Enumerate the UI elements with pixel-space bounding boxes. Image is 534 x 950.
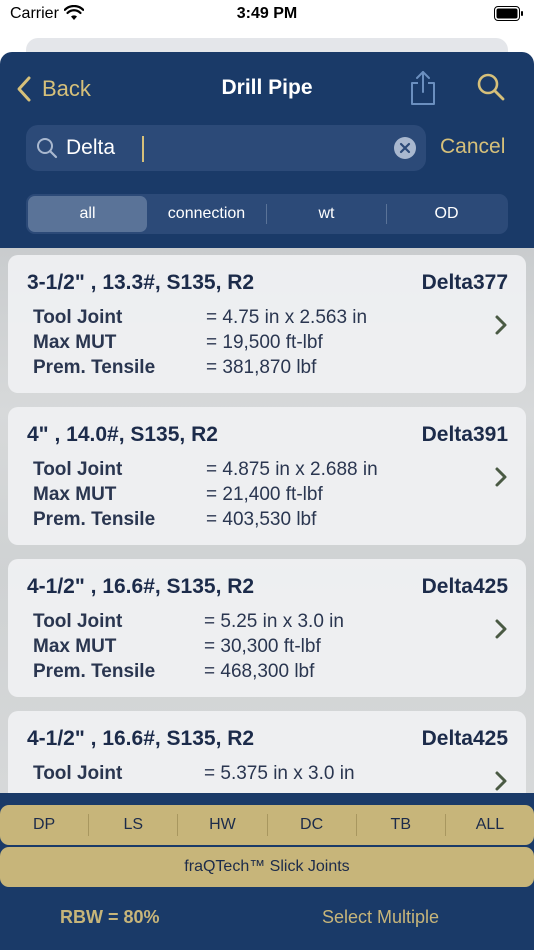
tab-ls[interactable]: LS [89,816,177,834]
tool-joint-label: Tool Joint [33,307,123,328]
tool-joint-value: = 4.875 in x 2.688 in [206,459,378,480]
max-mut-label: Max MUT [33,332,117,353]
chevron-right-icon [495,771,507,791]
status-bar: Carrier 3:49 PM [0,0,534,30]
chevron-right-icon [495,467,507,487]
tab-hw[interactable]: HW [178,816,266,834]
prem-tensile-label: Prem. Tensile [33,509,156,530]
segment-all[interactable]: all [28,196,147,232]
page-title: Drill Pipe [221,76,313,99]
max-mut-label: Max MUT [33,636,117,657]
tool-joint-label: Tool Joint [33,763,123,784]
search-field[interactable] [26,125,426,171]
segment-wt[interactable]: wt [267,196,386,232]
segment-connection[interactable]: connection [147,196,266,232]
max-mut-value: = 19,500 ft-lbf [206,332,323,353]
results-list[interactable]: 3-1/2" , 13.3#, S135, R2 Delta377 Tool J… [0,248,534,793]
prem-tensile-value: = 468,300 lbf [204,661,315,682]
pipe-spec: 4-1/2" , 16.6#, S135, R2 [27,575,255,598]
slick-joints-button[interactable]: fraQTech™ Slick Joints [0,847,534,887]
tool-joint-label: Tool Joint [33,459,123,480]
max-mut-value: = 21,400 ft-lbf [206,484,323,505]
category-tabs: DP LS HW DC TB ALL [0,805,534,845]
battery-icon [494,6,523,21]
pipe-spec: 4-1/2" , 16.6#, S135, R2 [27,727,255,750]
filter-segmented-control: all connection wt OD [26,194,508,234]
share-icon[interactable] [408,70,438,106]
rbw-label[interactable]: RBW = 80% [60,907,160,928]
magnifier-icon [37,138,58,159]
max-mut-value: = 30,300 ft-lbf [204,636,321,657]
list-item[interactable]: 4-1/2" , 16.6#, S135, R2 Delta425 Tool J… [8,711,526,793]
connection-code: Delta425 [421,727,508,750]
connection-code: Delta425 [421,575,508,598]
cancel-button[interactable]: Cancel [440,135,505,159]
select-multiple-button[interactable]: Select Multiple [322,907,439,928]
chevron-right-icon [495,315,507,335]
tab-dc[interactable]: DC [268,816,356,834]
connection-code: Delta391 [421,423,508,446]
clear-icon[interactable] [394,137,416,159]
search-input[interactable] [66,133,386,163]
tab-all[interactable]: ALL [446,816,534,834]
tab-dp[interactable]: DP [0,816,88,834]
tab-tb[interactable]: TB [357,816,445,834]
navigation-header: Back Drill Pipe Cancel all connection wt… [0,52,534,248]
max-mut-label: Max MUT [33,484,117,505]
list-item[interactable]: 4-1/2" , 16.6#, S135, R2 Delta425 Tool J… [8,559,526,697]
clock: 3:49 PM [236,5,298,22]
prem-tensile-label: Prem. Tensile [33,661,156,682]
list-item[interactable]: 3-1/2" , 13.3#, S135, R2 Delta377 Tool J… [8,255,526,393]
chevron-right-icon [495,619,507,639]
pipe-spec: 4" , 14.0#, S135, R2 [27,423,218,446]
prem-tensile-value: = 381,870 lbf [206,357,317,378]
search-icon[interactable] [476,72,506,102]
connection-code: Delta377 [421,271,508,294]
list-item[interactable]: 4" , 14.0#, S135, R2 Delta391 Tool Joint… [8,407,526,545]
tool-joint-value: = 5.375 in x 3.0 in [204,763,355,784]
tool-joint-value: = 5.25 in x 3.0 in [204,611,344,632]
tool-joint-label: Tool Joint [33,611,123,632]
prem-tensile-label: Prem. Tensile [33,357,156,378]
text-caret [142,136,144,162]
segment-od[interactable]: OD [387,196,506,232]
tool-joint-value: = 4.75 in x 2.563 in [206,307,368,328]
prem-tensile-value: = 403,530 lbf [206,509,317,530]
pipe-spec: 3-1/2" , 13.3#, S135, R2 [27,271,255,294]
bottom-toolbar: DP LS HW DC TB ALL fraQTech™ Slick Joint… [0,793,534,950]
